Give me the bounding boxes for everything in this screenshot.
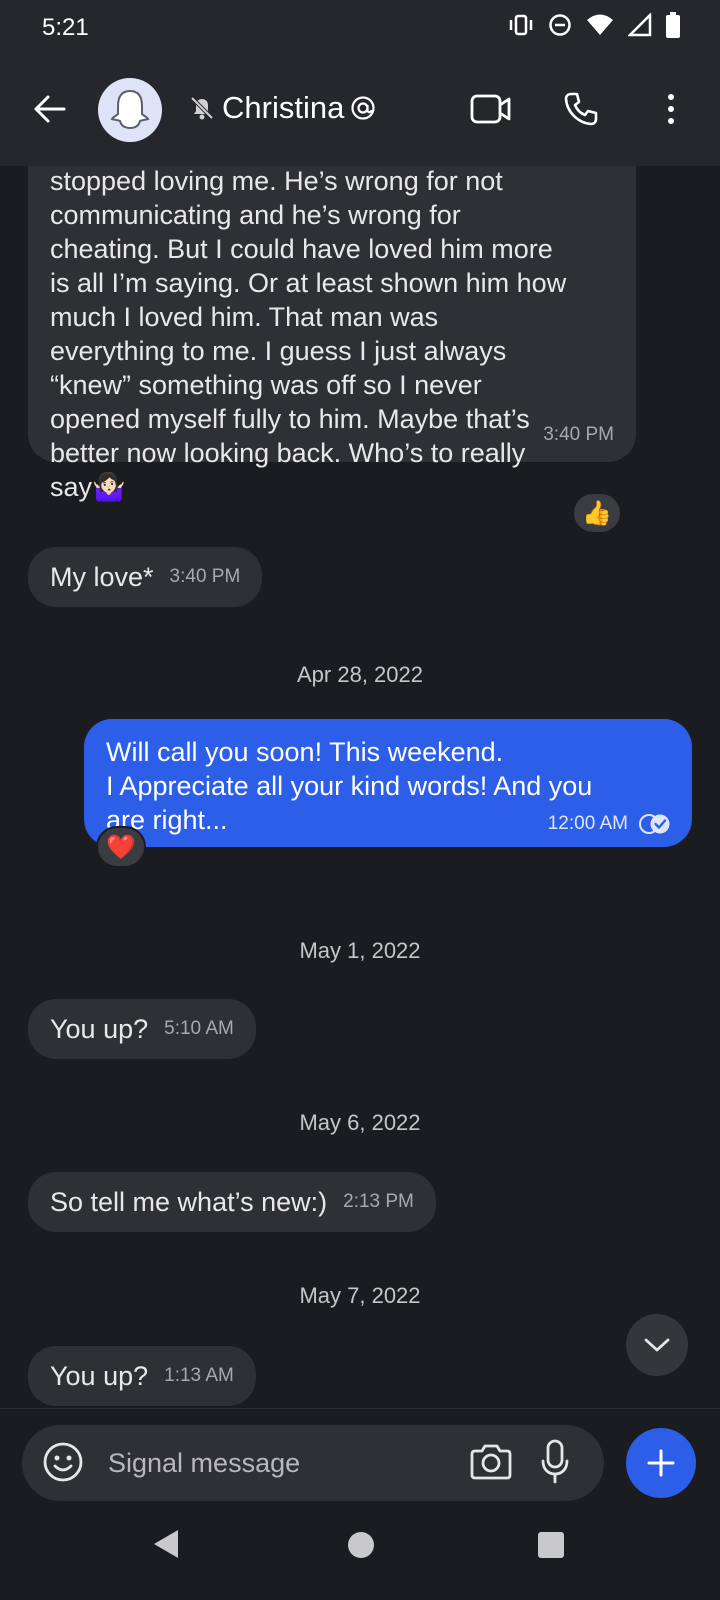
composer [22,1425,604,1501]
message-text: stopped loving me. He’s wrong for not co… [50,166,567,502]
voice-call-button[interactable] [558,86,604,132]
message-time: 2:13 PM [343,1191,414,1212]
nav-recents-icon[interactable] [538,1532,564,1558]
status-bar: 5:21 [0,0,720,56]
back-button[interactable] [26,86,72,132]
incoming-message[interactable]: You up? 5:10 AM [28,999,256,1059]
read-receipt-icon [639,814,670,834]
date-divider: May 6, 2022 [299,1110,421,1135]
video-call-icon [470,94,511,124]
phone-icon [564,92,598,126]
camera-button[interactable] [470,1441,512,1486]
message-meta: 12:00 AM [548,813,672,835]
status-time: 5:21 [42,14,89,41]
vibrate-icon [509,14,533,36]
message-time: 12:00 AM [547,813,628,834]
at-sign-icon [351,96,375,120]
microphone-icon [541,1439,569,1484]
chevron-down-icon [644,1338,670,1352]
muted-bell-icon [190,96,214,120]
battery-icon [666,12,680,38]
date-divider: Apr 28, 2022 [297,662,423,687]
outgoing-message[interactable]: Will call you soon! This weekend. I Appr… [84,719,692,847]
message-input[interactable] [108,1439,448,1487]
nav-home-icon[interactable] [348,1532,374,1558]
date-divider: May 7, 2022 [299,1283,421,1308]
contact-title[interactable]: Christina [188,90,376,126]
message-text: You up? [50,1014,149,1044]
contact-avatar[interactable] [98,78,162,142]
plus-icon [647,1449,675,1477]
composer-bar [0,1408,720,1502]
microphone-button[interactable] [540,1439,570,1490]
do-not-disturb-icon [549,14,571,36]
message-text: So tell me what’s new:) [50,1187,328,1217]
message-text: You up? [50,1361,149,1391]
camera-icon [470,1444,512,1480]
header-actions [468,86,694,132]
status-icons [508,12,680,38]
nav-back-icon[interactable] [152,1528,180,1560]
attach-button[interactable] [626,1428,696,1498]
system-navigation-bar [0,1502,720,1600]
emoji-icon [43,1442,83,1482]
video-call-button[interactable] [468,86,514,132]
signal-icon [628,13,652,37]
more-vertical-icon [668,94,674,124]
date-divider: May 1, 2022 [299,938,421,963]
back-arrow-icon [34,95,66,123]
emoji-button[interactable] [42,1441,84,1488]
incoming-message[interactable]: So tell me what’s new:) 2:13 PM [28,1172,436,1232]
message-time: 5:10 AM [164,1018,234,1039]
ghost-avatar-icon [110,89,150,130]
incoming-message[interactable]: My love* 3:40 PM [28,547,263,607]
message-list[interactable]: stopped loving me. He’s wrong for not co… [0,166,720,1408]
incoming-message[interactable]: stopped loving me. He’s wrong for not co… [28,166,636,502]
message-time: 1:13 AM [164,1365,234,1386]
incoming-message[interactable]: You up? 1:13 AM [28,1346,256,1406]
message-time: 3:40 PM [169,566,241,587]
reaction-heart[interactable]: ❤️ [96,826,146,868]
scroll-to-bottom-button[interactable] [626,1314,688,1376]
contact-name: Christina [222,90,345,125]
message-text: My love* [50,562,154,592]
message-time: 3:40 PM [543,424,614,445]
wifi-icon [587,14,613,35]
reaction-thumbs-up[interactable]: 👍 [572,492,622,534]
conversation-header: Christina [0,56,720,166]
more-options-button[interactable] [648,86,694,132]
